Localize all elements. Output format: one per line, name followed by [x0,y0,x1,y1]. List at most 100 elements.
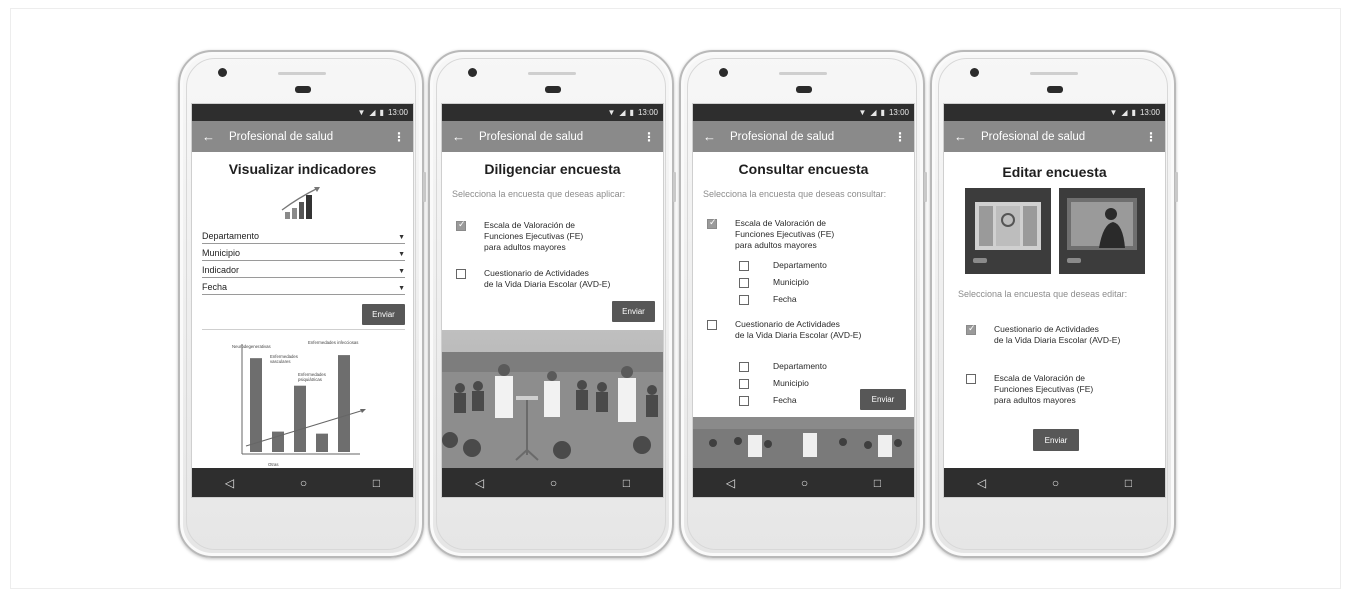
form-editor-illustration [965,188,1051,274]
front-camera [719,68,728,77]
indicator-bar-chart: Neurodegenerativas Enfermedades infeccios… [232,340,366,467]
battery-icon: ▮ [379,108,384,117]
survey-option-fe[interactable]: Escala de Valoración de Funciones Ejecut… [966,373,1093,406]
nav-home-icon[interactable]: ○ [1052,476,1059,490]
bar-1 [250,358,262,452]
phone-1: ▼ ◢ ▮ 13:00 ← Profesional de salud ⋮ Vis… [178,50,426,558]
survey-option-avde[interactable]: Cuestionario de Actividades de la Vida D… [707,319,861,341]
annotation-label: Enfermedades vasculares [270,354,298,364]
content-area: Consultar encuesta Selecciona la encuest… [693,152,914,469]
back-arrow-icon[interactable]: ← [954,129,967,144]
nav-recent-icon[interactable]: □ [874,476,881,490]
send-button[interactable]: Enviar [1033,429,1079,451]
annotation-label: Enfermedades infecciosas [308,340,358,345]
wifi-icon: ▼ [357,108,366,117]
dropdown-fecha[interactable]: Fecha ▼ [202,279,405,295]
filter-municipio-2[interactable]: Municipio [739,378,809,389]
nav-recent-icon[interactable]: □ [1125,476,1132,490]
bar-4 [316,433,328,452]
wifi-icon: ▼ [1109,108,1118,117]
page-title: Editar encuesta [1002,164,1107,180]
page-title: Visualizar indicadores [228,161,377,177]
nav-home-icon[interactable]: ○ [801,476,808,490]
survey-option-avde[interactable]: Cuestionario de Actividades de la Vida D… [966,323,1120,346]
caret-down-icon: ▼ [398,285,405,292]
dropdown-indicador[interactable]: Indicador ▼ [202,262,405,278]
nav-home-icon[interactable]: ○ [550,476,557,490]
status-time: 13:00 [1139,108,1160,117]
battery-icon: ▮ [629,108,634,117]
checkbox[interactable] [739,396,749,406]
caret-down-icon: ▼ [398,251,405,258]
checkbox-checked[interactable] [456,219,466,231]
send-button[interactable]: Enviar [362,304,405,325]
volume-button [423,172,426,202]
back-arrow-icon[interactable]: ← [452,129,465,144]
checkbox[interactable] [739,379,749,389]
screen-diligenciar: ▼ ◢ ▮ 13:00 ← Profesional de salud ⋮ Dil… [441,103,664,498]
front-camera [970,68,979,77]
filter-municipio[interactable]: Municipio [739,277,809,288]
phone-2: ▼ ◢ ▮ 13:00 ← Profesional de salud ⋮ Dil… [428,50,676,558]
screen-visualizar: ▼ ◢ ▮ 13:00 ← Profesional de salud ⋮ Vis… [191,103,414,498]
nav-recent-icon[interactable]: □ [623,476,630,490]
more-options-icon[interactable]: ⋮ [1145,130,1157,144]
survey-prompt: Selecciona la encuesta que deseas aplica… [452,189,626,199]
nav-back-icon[interactable]: ◁ [726,476,735,490]
checkbox-checked[interactable] [966,323,976,335]
nav-recent-icon[interactable]: □ [373,476,380,490]
signal-icon: ◢ [369,108,376,117]
more-options-icon[interactable]: ⋮ [643,130,655,144]
dropdown-departamento[interactable]: Departamento ▼ [202,228,405,244]
filter-fecha-2[interactable]: Fecha [739,395,797,406]
survey-option-avde[interactable]: Cuestionario de Actividades de la Vida D… [456,268,610,290]
nav-back-icon[interactable]: ◁ [225,476,234,490]
signal-icon: ◢ [619,108,626,117]
back-arrow-icon[interactable]: ← [703,129,716,144]
more-options-icon[interactable]: ⋮ [894,130,906,144]
phone-3: ▼ ◢ ▮ 13:00 ← Profesional de salud ⋮ Con… [679,50,927,558]
checkbox[interactable] [707,320,717,330]
survey-option-fe[interactable]: Escala de Valoración de Funciones Ejecut… [707,217,834,251]
checkbox[interactable] [739,362,749,372]
earpiece [545,86,561,93]
volume-button [924,172,927,202]
checkbox[interactable] [739,278,749,288]
nav-home-icon[interactable]: ○ [300,476,307,490]
annotation-label: Otras [268,462,279,467]
send-button[interactable]: Enviar [860,389,906,410]
checkbox[interactable] [456,269,466,279]
send-button[interactable]: Enviar [612,301,655,322]
screen-editar: ▼ ◢ ▮ 13:00 ← Profesional de salud ⋮ Edi… [943,103,1166,498]
app-title: Profesional de salud [981,130,1086,143]
front-camera [468,68,477,77]
filter-fecha[interactable]: Fecha [739,294,797,305]
battery-icon: ▮ [880,108,885,117]
dropdown-municipio[interactable]: Municipio ▼ [202,245,405,261]
checkbox[interactable] [966,374,976,384]
trend-chart-icon [281,187,320,219]
more-options-icon[interactable]: ⋮ [393,130,405,144]
screen-consultar: ▼ ◢ ▮ 13:00 ← Profesional de salud ⋮ Con… [692,103,915,498]
nav-back-icon[interactable]: ◁ [977,476,986,490]
speaker-grille [1030,72,1078,75]
filter-departamento[interactable]: Departamento [739,260,827,271]
survey-option-fe[interactable]: Escala de Valoración de Funciones Ejecut… [456,219,583,253]
status-bar: ▼ ◢ ▮ 13:00 [693,104,914,121]
speaker-grille [779,72,827,75]
annotation-label: Neurodegenerativas [232,344,271,349]
speaker-grille [278,72,326,75]
status-bar: ▼ ◢ ▮ 13:00 [442,104,663,121]
checkbox[interactable] [739,261,749,271]
app-title: Profesional de salud [730,130,835,143]
back-arrow-icon[interactable]: ← [202,129,215,144]
checkbox-checked[interactable] [707,217,717,229]
app-title: Profesional de salud [479,130,584,143]
person-editing-illustration [1059,188,1145,274]
filter-departamento-2[interactable]: Departamento [739,361,827,372]
checkbox[interactable] [739,295,749,305]
nav-back-icon[interactable]: ◁ [475,476,484,490]
battery-icon: ▮ [1131,108,1136,117]
app-title: Profesional de salud [229,130,334,143]
volume-button [1175,172,1178,202]
